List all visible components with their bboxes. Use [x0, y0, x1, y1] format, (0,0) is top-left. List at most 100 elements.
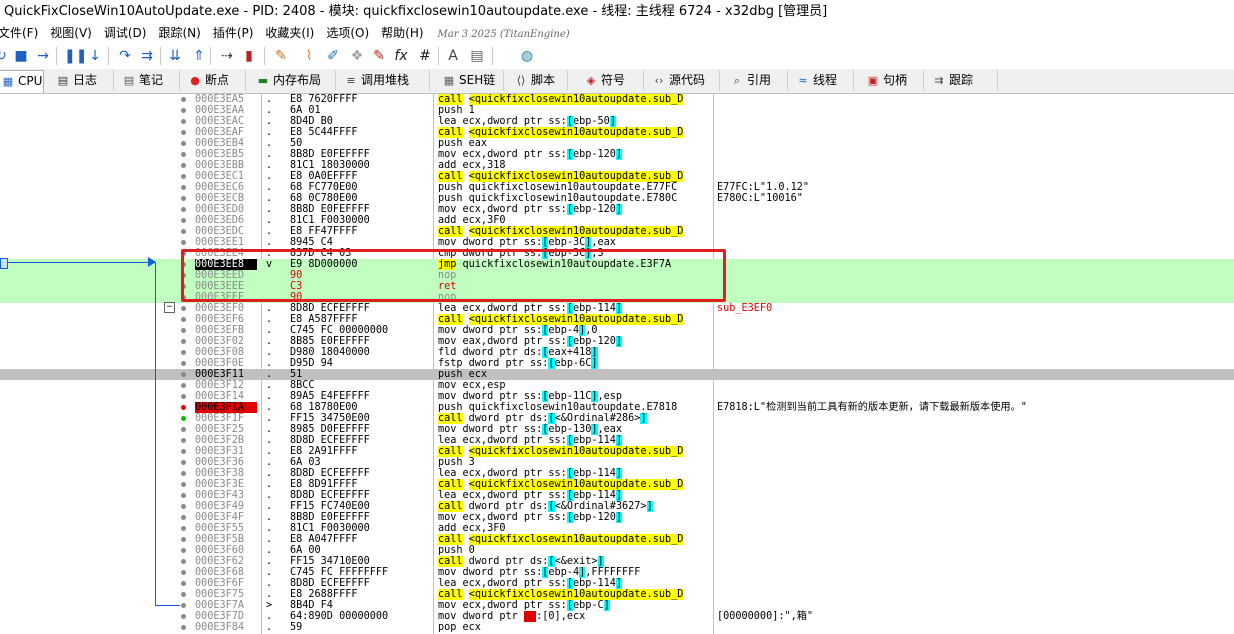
- pause-icon[interactable]: ❚❚: [64, 47, 87, 65]
- breakpoint-dot[interactable]: [181, 229, 186, 234]
- breakpoint-dot[interactable]: [181, 207, 186, 212]
- disassembly-row[interactable]: 000E3ECB. 68 0C780E00 push quickfixclosewi…: [0, 193, 1234, 204]
- disassembly-row[interactable]: 000E3F2B. 8D8D ECFEFFFF lea ecx,dword ptr …: [0, 435, 1234, 446]
- instruction-address[interactable]: 000E3F7D: [195, 611, 257, 622]
- breakpoint-dot[interactable]: [181, 449, 186, 454]
- disassembly-row[interactable]: 000E3F7A >8B4D F4 mov ecx,dword ptr ss:[eb…: [0, 600, 1234, 611]
- menu-item[interactable]: 视图(V): [44, 23, 98, 43]
- disassembly-row[interactable]: 000E3F62. FF15 34710E00 call dword ptr ds:…: [0, 556, 1234, 567]
- instruction-text[interactable]: call <quickfixclosewin10autoupdate.sub_D: [438, 127, 684, 138]
- instruction-address[interactable]: 000E3F36: [195, 457, 257, 468]
- tab-log[interactable]: ▤ 日志: [52, 70, 114, 91]
- breakpoint-dot[interactable]: [181, 152, 186, 157]
- tab-references[interactable]: ⌕ 引用: [726, 70, 788, 91]
- disassembly-row[interactable]: 000E3F60. 6A 00 push 0: [0, 545, 1234, 556]
- instruction-text[interactable]: call dword ptr ds:[<&Ordinal#3627>]: [438, 501, 653, 512]
- hash-icon[interactable]: #: [416, 47, 434, 65]
- breakpoint-dot[interactable]: [181, 570, 186, 575]
- run-to-user-code-icon[interactable]: ⇢: [218, 47, 236, 65]
- instruction-address[interactable]: 000E3EBB: [195, 160, 257, 171]
- execute-till-return-icon[interactable]: ⇑: [190, 47, 208, 65]
- instruction-address[interactable]: 000E3F49: [195, 501, 257, 512]
- instruction-text[interactable]: lea ecx,dword ptr ss:[ebp-50]: [438, 116, 616, 127]
- instruction-text[interactable]: call <quickfixclosewin10autoupdate.sub_D: [438, 314, 684, 325]
- breakpoint-dot[interactable]: [181, 559, 186, 564]
- instruction-text[interactable]: push quickfixclosewin10autoupdate.E7818: [438, 402, 677, 413]
- disassembly-row[interactable]: 000E3F0E. D95D 94 fstp dword ptr ss:[ebp-6…: [0, 358, 1234, 369]
- instruction-text[interactable]: push quickfixclosewin10autoupdate.E780C: [438, 193, 677, 204]
- breakpoint-dot[interactable]: [181, 108, 186, 113]
- instruction-text[interactable]: mov ecx,dword ptr ss:[ebp-C]: [438, 600, 610, 611]
- tab-symbols[interactable]: ◈ 符号: [580, 70, 644, 91]
- breakpoint-dot[interactable]: [181, 141, 186, 146]
- instruction-text[interactable]: push 3: [438, 457, 475, 468]
- disassembly-row[interactable]: 000E3F49. FF15 FC740E00 call dword ptr ds:…: [0, 501, 1234, 512]
- instruction-text[interactable]: mov dword ptr fs:[0],ecx: [438, 611, 585, 622]
- instruction-address[interactable]: 000E3EB4: [195, 138, 257, 149]
- breakpoint-dot[interactable]: [181, 240, 186, 245]
- instruction-address[interactable]: 000E3EC6: [195, 182, 257, 193]
- disassembly-row[interactable]: 000E3EE1. 8945 C4 mov dword ptr ss:[ebp-3C…: [0, 237, 1234, 248]
- instruction-text[interactable]: lea ecx,dword ptr ss:[ebp-114]: [438, 303, 623, 314]
- disassembly-row[interactable]: 000E3F84. 59 pop ecx: [0, 622, 1234, 633]
- breakpoint-dot[interactable]: [181, 174, 186, 179]
- instruction-text[interactable]: push quickfixclosewin10autoupdate.E77FC: [438, 182, 677, 193]
- breakpoint-dot[interactable]: [181, 163, 186, 168]
- disassembly-row[interactable]: 000E3EB5. 8B8D E0FEFFFF mov ecx,dword ptr …: [0, 149, 1234, 160]
- trace-over-icon[interactable]: ⇊: [166, 47, 184, 65]
- instruction-text[interactable]: mov ecx,dword ptr ss:[ebp-120]: [438, 512, 623, 523]
- breakpoint-dot[interactable]: [181, 394, 186, 399]
- disassembly-row[interactable]: 000E3EAF. E8 5C44FFFF call <quickfixclosew…: [0, 127, 1234, 138]
- breakpoint-dot[interactable]: [181, 196, 186, 201]
- instruction-text[interactable]: call <quickfixclosewin10autoupdate.sub_D: [438, 479, 684, 490]
- disassembly-row[interactable]: 000E3F08. D980 18040000 fld dword ptr ds:[…: [0, 347, 1234, 358]
- instruction-address[interactable]: 000E3F0E: [195, 358, 257, 369]
- instruction-address[interactable]: 000E3EF6: [195, 314, 257, 325]
- instruction-text[interactable]: mov ecx,dword ptr ss:[ebp-120]: [438, 204, 623, 215]
- breakpoint-dot[interactable]: [181, 317, 186, 322]
- stop-icon[interactable]: ■: [12, 47, 30, 65]
- breakpoint-dot[interactable]: [181, 548, 186, 553]
- instruction-address[interactable]: 000E3EDC: [195, 226, 257, 237]
- tab-breakpoint[interactable]: ● 断点: [184, 70, 246, 91]
- instruction-address[interactable]: 000E3ED0: [195, 204, 257, 215]
- menu-item[interactable]: 调试(D): [98, 23, 153, 43]
- disassembly-row[interactable]: 000E3F68. C745 FC FFFFFFFF mov dword ptr s…: [0, 567, 1234, 578]
- disassembly-row[interactable]: 000E3EBB. 81C1 18030000 add ecx,318: [0, 160, 1234, 171]
- breakpoint-dot[interactable]: [181, 526, 186, 531]
- tab-trace[interactable]: ⇉ 跟踪: [928, 70, 998, 91]
- instruction-text[interactable]: push 1: [438, 105, 475, 116]
- instruction-text[interactable]: call dword ptr ds:[<&Ordinal#286>]: [438, 413, 647, 424]
- instruction-text[interactable]: mov dword ptr ss:[ebp-3C],eax: [438, 237, 616, 248]
- disassembly-row[interactable]: 000E3ED6. 81C1 F0030000 add ecx,3F0: [0, 215, 1234, 226]
- instruction-text[interactable]: call <quickfixclosewin10autoupdate.sub_D: [438, 226, 684, 237]
- disassembly-row[interactable]: 000E3F55. 81C1 F0030000 add ecx,3F0: [0, 523, 1234, 534]
- menu-item[interactable]: 选项(O): [320, 23, 375, 43]
- collapse-toggle-icon[interactable]: −: [164, 302, 175, 313]
- instruction-address[interactable]: 000E3EB5: [195, 149, 257, 160]
- instruction-text[interactable]: add ecx,3F0: [438, 215, 505, 226]
- tab-notes[interactable]: ▤ 笔记: [118, 70, 180, 91]
- instruction-address[interactable]: 000E3F02: [195, 336, 257, 347]
- tab-threads[interactable]: ≈ 线程: [792, 70, 854, 91]
- breakpoint-dot[interactable]: [181, 438, 186, 443]
- disassembly-row[interactable]: 000E3EC6. 68 FC770E00 push quickfixclosewi…: [0, 182, 1234, 193]
- bookmark-icon[interactable]: ❖: [348, 47, 366, 65]
- disassembly-row[interactable]: 000E3ED0. 8B8D E0FEFFFF mov ecx,dword ptr …: [0, 204, 1234, 215]
- restart-icon[interactable]: ↻: [0, 47, 10, 65]
- tab-call-stack[interactable]: ≡ 调用堆栈: [340, 70, 430, 91]
- disassembly-row[interactable]: 000E3F5B. E8 A047FFFF call <quickfixclosew…: [0, 534, 1234, 545]
- instruction-address[interactable]: 000E3F55: [195, 523, 257, 534]
- disassembly-row[interactable]: 000E3F38. 8D8D ECFEFFFF lea ecx,dword ptr …: [0, 468, 1234, 479]
- disassembly-row[interactable]: 000E3EAC. 8D4D B0 lea ecx,dword ptr ss:[eb…: [0, 116, 1234, 127]
- tab-source[interactable]: ‹› 源代码: [648, 70, 720, 91]
- run-icon[interactable]: →: [34, 47, 52, 65]
- disassembly-row[interactable]: 000E3EF0. 8D8D ECFEFFFF lea ecx,dword ptr …: [0, 303, 1234, 314]
- instruction-address[interactable]: 000E3F6F: [195, 578, 257, 589]
- instruction-address[interactable]: 000E3F11: [195, 369, 257, 380]
- instruction-text[interactable]: lea ecx,dword ptr ss:[ebp-114]: [438, 435, 623, 446]
- instruction-address[interactable]: 000E3F84: [195, 622, 257, 633]
- instruction-address[interactable]: 000E3F3E: [195, 479, 257, 490]
- instruction-address[interactable]: 000E3EE1: [195, 237, 257, 248]
- breakpoint-dot[interactable]: [181, 328, 186, 333]
